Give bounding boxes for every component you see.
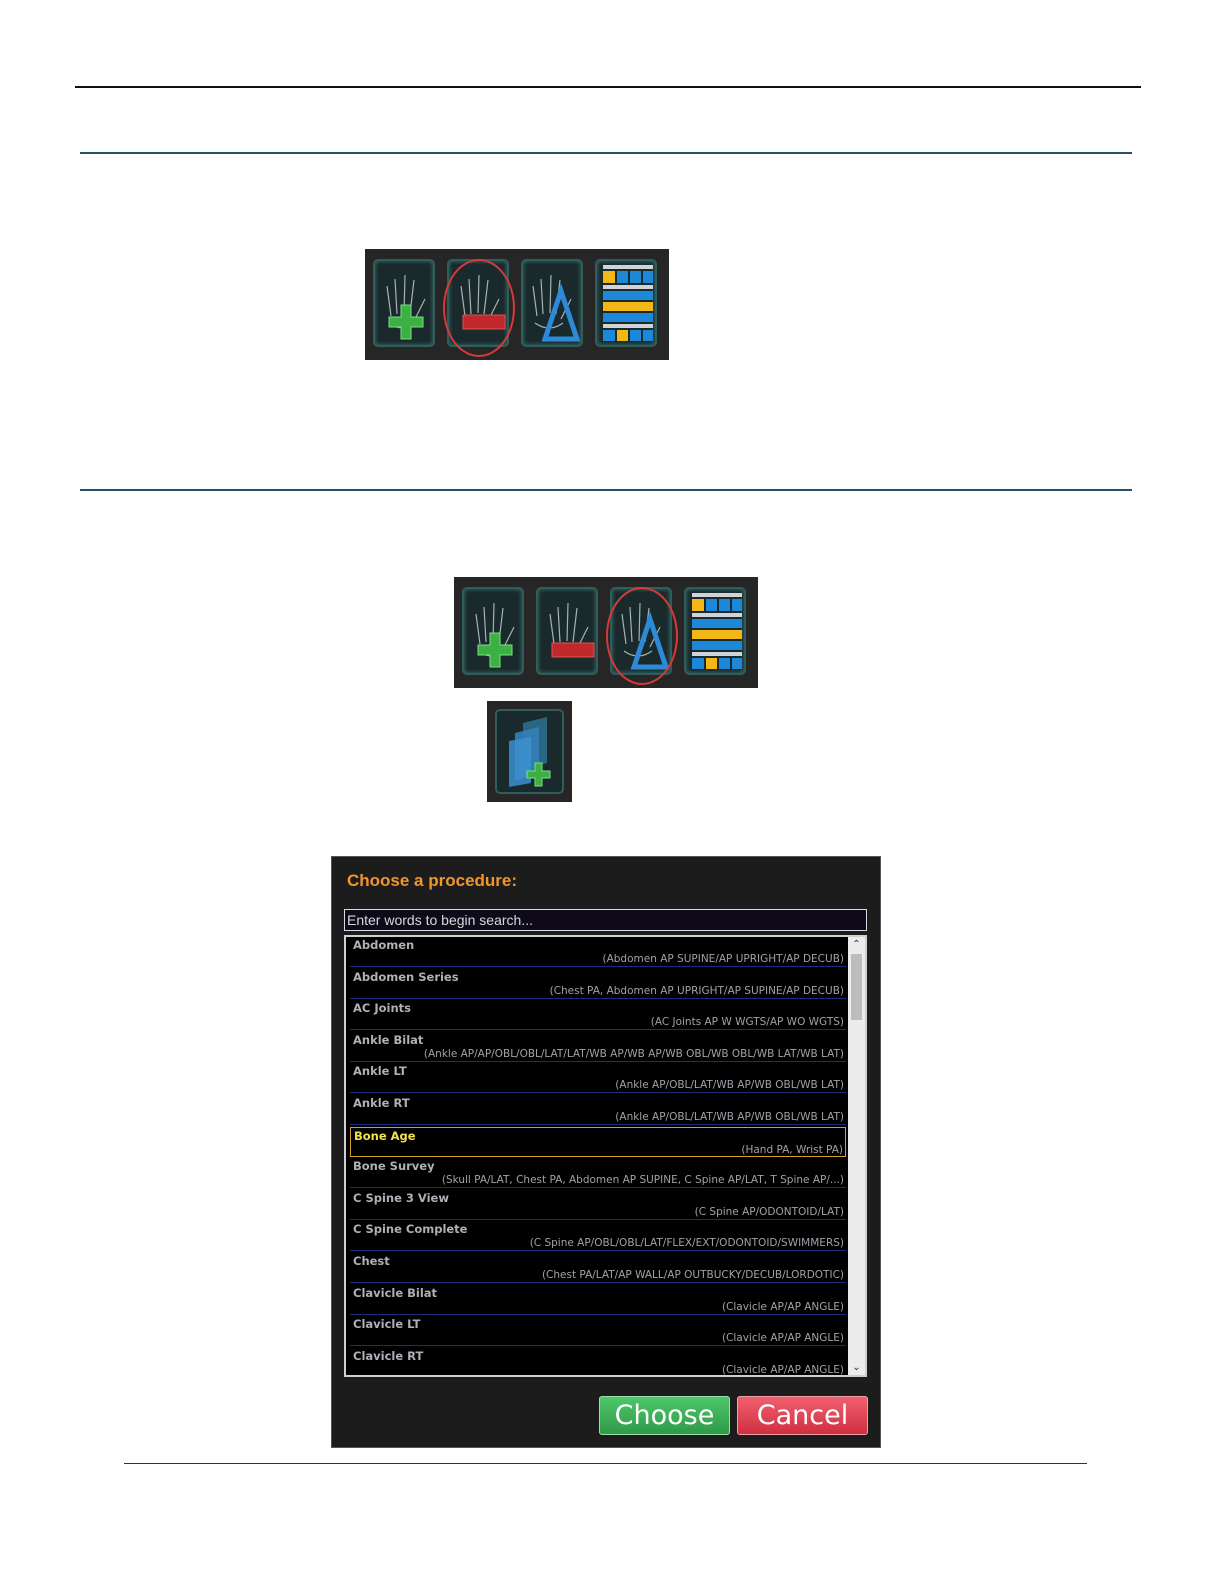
- section-rule-1: [80, 152, 1132, 154]
- procedure-name: C Spine 3 View: [353, 1190, 449, 1205]
- procedure-list-items: Abdomen (Abdomen AP SUPINE/AP UPRIGHT/AP …: [350, 937, 846, 1376]
- procedure-name: Ankle RT: [353, 1095, 410, 1110]
- edit-image-button[interactable]: [521, 259, 583, 347]
- procedure-views: (Chest PA/LAT/AP WALL/AP OUTBUCKY/DECUB/…: [541, 1268, 844, 1281]
- procedure-name: Clavicle RT: [353, 1348, 424, 1363]
- procedure-name: Ankle Bilat: [353, 1032, 424, 1047]
- list-item[interactable]: C Spine Complete (C Spine AP/OBL/OBL/LAT/…: [350, 1221, 846, 1252]
- add-series-button[interactable]: [495, 709, 564, 794]
- edit-image-icon: [621, 602, 670, 670]
- procedure-views: (C Spine AP/ODONTOID/LAT): [694, 1205, 844, 1218]
- procedure-name: AC Joints: [353, 1001, 411, 1016]
- add-image-button[interactable]: [462, 587, 524, 675]
- layout-button[interactable]: [684, 587, 746, 675]
- procedure-name: Ankle LT: [353, 1064, 407, 1079]
- image-toolbar-2: [454, 577, 758, 688]
- procedure-views: (Clavicle AP/AP ANGLE): [721, 1300, 844, 1313]
- procedure-views: (Clavicle AP/AP ANGLE): [721, 1363, 844, 1376]
- add-series-panel: [487, 701, 572, 802]
- layout-button[interactable]: [595, 259, 657, 347]
- choose-button[interactable]: Choose: [599, 1396, 730, 1435]
- procedure-name: Chest: [353, 1253, 390, 1268]
- list-item[interactable]: AC Joints (AC Joints AP W WGTS/AP WO WGTS…: [350, 1000, 846, 1031]
- procedure-name: C Spine Complete: [353, 1222, 468, 1237]
- add-image-button[interactable]: [373, 259, 435, 347]
- add-image-icon: [386, 274, 426, 340]
- procedure-name: Bone Survey: [353, 1159, 435, 1174]
- procedure-views: (AC Joints AP W WGTS/AP WO WGTS): [650, 1016, 844, 1029]
- list-item[interactable]: Ankle LT (Ankle AP/OBL/LAT/WB AP/WB OBL/W…: [350, 1063, 846, 1094]
- list-item[interactable]: Bone Age (Hand PA, Wrist PA): [350, 1126, 846, 1157]
- list-scrollbar[interactable]: ⌃ ⌄: [848, 937, 865, 1375]
- procedure-name: Bone Age: [354, 1128, 416, 1143]
- procedure-views: (C Spine AP/OBL/OBL/LAT/FLEX/EXT/ODONTOI…: [529, 1237, 844, 1250]
- procedure-name: Abdomen Series: [353, 969, 459, 984]
- cancel-button[interactable]: Cancel: [737, 1396, 868, 1435]
- layout-icon: [692, 593, 742, 669]
- list-item[interactable]: Chest (Chest PA/LAT/AP WALL/AP OUTBUCKY/D…: [350, 1253, 846, 1283]
- edit-image-button[interactable]: [610, 587, 672, 675]
- procedure-views: (Clavicle AP/AP ANGLE): [721, 1332, 844, 1345]
- image-toolbar-1: [365, 249, 669, 360]
- remove-image-icon: [460, 274, 506, 330]
- remove-image-button[interactable]: [536, 587, 598, 675]
- procedure-name: Clavicle LT: [353, 1317, 421, 1332]
- search-input[interactable]: [344, 909, 867, 931]
- procedure-views: (Abdomen AP SUPINE/AP UPRIGHT/AP DECUB): [602, 953, 844, 965]
- list-item[interactable]: Bone Survey (Skull PA/LAT, Chest PA, Abdo…: [350, 1158, 846, 1189]
- procedure-views: (Ankle AP/OBL/LAT/WB AP/WB OBL/WB LAT): [615, 1110, 844, 1123]
- procedure-views: (Ankle AP/OBL/LAT/WB AP/WB OBL/WB LAT): [615, 1079, 844, 1092]
- list-item[interactable]: C Spine 3 View (C Spine AP/ODONTOID/LAT): [350, 1190, 846, 1220]
- add-series-icon: [509, 717, 551, 787]
- procedure-views: (Ankle AP/AP/OBL/OBL/LAT/LAT/WB AP/WB AP…: [423, 1047, 844, 1060]
- choose-procedure-dialog: Choose a procedure: Abdomen (Abdomen AP S…: [331, 856, 881, 1448]
- procedure-list: Abdomen (Abdomen AP SUPINE/AP UPRIGHT/AP …: [344, 935, 867, 1377]
- edit-image-icon: [532, 274, 581, 342]
- list-item[interactable]: Clavicle RT (Clavicle AP/AP ANGLE): [350, 1348, 846, 1376]
- list-item[interactable]: Clavicle Bilat (Clavicle AP/AP ANGLE): [350, 1285, 846, 1315]
- scroll-up-icon[interactable]: ⌃: [848, 937, 865, 952]
- list-item[interactable]: Abdomen (Abdomen AP SUPINE/AP UPRIGHT/AP …: [350, 937, 846, 967]
- remove-image-icon: [549, 602, 595, 658]
- add-image-icon: [475, 602, 515, 668]
- layout-icon: [603, 265, 653, 341]
- list-item[interactable]: Ankle RT (Ankle AP/OBL/LAT/WB AP/WB OBL/W…: [350, 1095, 846, 1125]
- list-item[interactable]: Abdomen Series (Chest PA, Abdomen AP UPRI…: [350, 969, 846, 999]
- header-rule: [75, 86, 1141, 88]
- procedure-name: Abdomen: [353, 938, 415, 952]
- list-item[interactable]: Ankle Bilat (Ankle AP/AP/OBL/OBL/LAT/LAT/…: [350, 1032, 846, 1062]
- dialog-title: Choose a procedure:: [347, 871, 518, 890]
- procedure-views: (Hand PA, Wrist PA): [741, 1143, 843, 1156]
- procedure-name: Clavicle Bilat: [353, 1285, 438, 1300]
- list-item[interactable]: Clavicle LT (Clavicle AP/AP ANGLE): [350, 1316, 846, 1347]
- scroll-down-icon[interactable]: ⌄: [848, 1360, 865, 1375]
- procedure-views: (Chest PA, Abdomen AP UPRIGHT/AP SUPINE/…: [549, 984, 844, 997]
- section-rule-2: [80, 489, 1132, 491]
- procedure-views: (Skull PA/LAT, Chest PA, Abdomen AP SUPI…: [441, 1174, 844, 1187]
- scroll-thumb[interactable]: [851, 954, 862, 1020]
- remove-image-button[interactable]: [447, 259, 509, 347]
- footer-rule: [124, 1463, 1087, 1464]
